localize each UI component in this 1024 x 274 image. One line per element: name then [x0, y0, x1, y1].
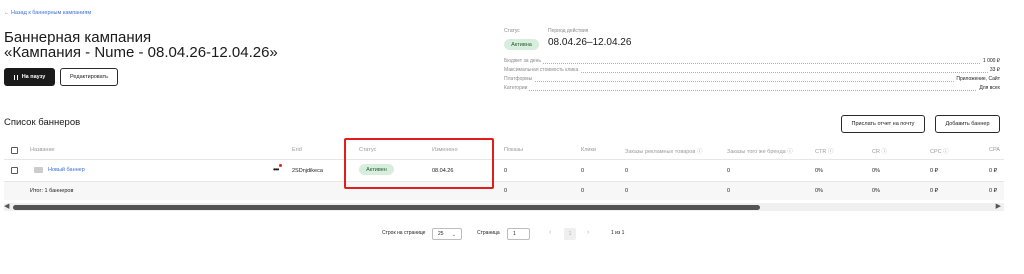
budget-value: 1 000 ₽: [980, 58, 1000, 64]
dotted-leader: [504, 90, 1000, 91]
pause-button[interactable]: На паузу: [4, 68, 55, 86]
max-click-cost-label: Максимальная стоимость клика: [504, 67, 581, 73]
column-header-ctr[interactable]: CTR ⓘ: [815, 147, 833, 155]
prev-page-icon[interactable]: ‹: [549, 229, 551, 236]
banner-erid: 2SDnjdikeca: [292, 168, 323, 174]
max-click-cost-value: 33 ₽: [987, 67, 1000, 73]
banner-name-link[interactable]: Новый баннер: [48, 167, 85, 173]
edit-button[interactable]: Редактировать: [60, 68, 118, 86]
categories-row: Категории Для всех: [504, 85, 1000, 93]
rows-per-page-label: Строк на странице: [382, 230, 426, 236]
totals-orders-ad: 0: [625, 188, 629, 194]
banner-cpa: 0 ₽: [989, 168, 998, 174]
budget-label: Бюджет за день: [504, 58, 544, 64]
column-header-cpa[interactable]: CPA: [989, 147, 1000, 153]
page-title: Баннерная кампания «Кампания - Nume - 08…: [4, 30, 278, 60]
column-header-orders-brand[interactable]: Заказы того же бренда ⓘ: [727, 147, 793, 155]
banner-cr: 0%: [872, 168, 880, 174]
column-header-name[interactable]: Название: [30, 147, 55, 153]
period-label: Период действия: [548, 28, 589, 34]
page-number-button[interactable]: 1: [564, 228, 576, 240]
totals-cpc: 0 ₽: [930, 188, 939, 194]
totals-orders-brand: 0: [727, 188, 731, 194]
column-header-clicks[interactable]: Клики: [581, 147, 596, 153]
scroll-left-icon[interactable]: ◀: [4, 203, 9, 211]
back-link[interactable]: ← Назад к баннерным кампаниям: [4, 10, 91, 16]
highlight-box: [344, 138, 494, 189]
notification-dot: [279, 164, 282, 167]
column-header-cpc[interactable]: CPC ⓘ: [930, 147, 949, 155]
page-label: Страница: [477, 230, 500, 236]
send-report-button[interactable]: Прислать отчет на почту: [841, 115, 925, 133]
status-label: Статус: [504, 28, 520, 34]
row-checkbox[interactable]: [11, 167, 18, 174]
totals-shows: 0: [504, 188, 508, 194]
categories-label: Категории: [504, 85, 530, 91]
platforms-value: Приложение, Сайт: [954, 76, 1000, 82]
totals-label: Итог: 1 баннеров: [30, 188, 74, 194]
totals-ctr: 0%: [815, 188, 823, 194]
add-banner-button[interactable]: Добавить баннер: [935, 115, 1000, 133]
dotted-leader: [504, 63, 1000, 64]
banner-ctr: 0%: [815, 168, 823, 174]
select-all-checkbox[interactable]: [11, 147, 18, 154]
page-range: 1 из 1: [611, 230, 625, 236]
scrollbar-thumb[interactable]: [13, 204, 760, 210]
budget-row: Бюджет за день 1 000 ₽: [504, 58, 1000, 66]
rows-per-page-value: 25: [438, 231, 444, 237]
platforms-label: Платформы: [504, 76, 535, 82]
banner-clicks: 0: [581, 168, 585, 174]
page-title-line-1: Баннерная кампания: [4, 29, 152, 46]
column-header-cr[interactable]: CR ⓘ: [872, 147, 887, 155]
horizontal-scrollbar[interactable]: ◀ ▶: [4, 203, 1004, 211]
totals-cpa: 0 ₽: [989, 188, 998, 194]
column-header-shows[interactable]: Показы: [504, 147, 523, 153]
categories-value: Для всех: [977, 85, 1000, 91]
pause-button-label: На паузу: [21, 74, 46, 80]
campaign-status-badge: Активна: [504, 39, 539, 50]
period-value: 08.04.26–12.04.26: [548, 37, 632, 48]
more-options-icon[interactable]: •••: [273, 165, 279, 174]
banner-list-title: Список баннеров: [4, 117, 81, 128]
pause-icon: [13, 74, 18, 80]
banner-thumbnail: [34, 167, 43, 173]
dotted-leader: [504, 81, 1000, 82]
next-page-icon[interactable]: ›: [587, 229, 589, 236]
page-title-line-2: «Кампания - Nume - 08.04.26-12.04.26»: [4, 44, 278, 61]
banner-shows: 0: [504, 168, 508, 174]
totals-cr: 0%: [872, 188, 880, 194]
page-input[interactable]: 1: [507, 228, 530, 240]
banner-orders-ad: 0: [625, 168, 629, 174]
column-header-erid[interactable]: Erid: [292, 147, 302, 153]
totals-clicks: 0: [581, 188, 585, 194]
max-click-cost-row: Максимальная стоимость клика 33 ₽: [504, 67, 1000, 75]
platforms-row: Платформы Приложение, Сайт: [504, 76, 1000, 84]
chevron-down-icon: ⌄: [451, 232, 456, 238]
banner-cpc: 0 ₽: [930, 168, 939, 174]
divider: [4, 159, 1004, 160]
banner-orders-brand: 0: [727, 168, 731, 174]
rows-per-page-select[interactable]: 25 ⌄: [432, 228, 462, 240]
scroll-right-icon[interactable]: ▶: [996, 203, 1001, 211]
column-header-orders-ad[interactable]: Заказы рекламных товаров ⓘ: [625, 147, 702, 155]
